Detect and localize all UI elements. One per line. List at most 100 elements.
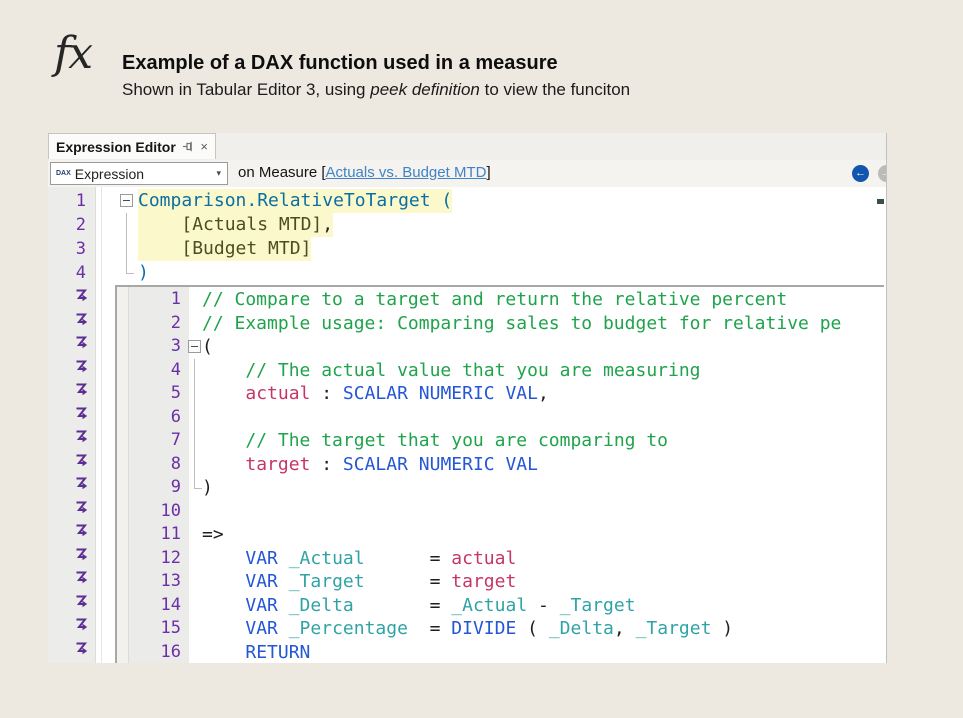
code-text: target : SCALAR NUMERIC VAL: [202, 453, 538, 477]
fold-scope-line: [194, 429, 195, 453]
dax-code-editor[interactable]: 1 Comparison.RelativeToTarget ( 2 [Actuals…: [48, 187, 886, 663]
context-post: ]: [486, 164, 490, 181]
fold-toggle-icon[interactable]: [120, 194, 133, 207]
code-text: [Budget MTD]: [138, 237, 311, 261]
tab-expression-editor[interactable]: Expression Editor ×: [48, 133, 216, 159]
line-number: 1: [129, 288, 181, 312]
fold-scope-line: [194, 406, 195, 430]
peek-code-line: 13 VAR _Target = target: [117, 570, 884, 594]
pin-icon[interactable]: [182, 140, 195, 153]
code-text: actual : SCALAR NUMERIC VAL,: [202, 382, 549, 406]
line-wrap-icon: [74, 476, 90, 491]
navigate-back-button[interactable]: ←: [852, 165, 869, 182]
line-number: 13: [129, 570, 181, 594]
line-number: 15: [129, 617, 181, 641]
page-subtitle: Shown in Tabular Editor 3, using peek de…: [122, 80, 630, 100]
line-number: 8: [129, 453, 181, 477]
line-wrap-icon: [74, 594, 90, 609]
line-wrap-icon: [74, 523, 90, 538]
line-number: 2: [48, 213, 86, 237]
fold-scope-line: [126, 213, 127, 237]
peek-code-line: 8 target : SCALAR NUMERIC VAL: [117, 453, 884, 477]
measure-link[interactable]: Actuals vs. Budget MTD: [326, 164, 487, 181]
code-text: VAR _Target = target: [202, 570, 516, 594]
line-number: 4: [48, 261, 86, 285]
code-text: [Actuals MTD],: [138, 213, 333, 237]
line-number: 14: [129, 594, 181, 618]
line-wrap-icon: [74, 335, 90, 350]
expression-type-dropdown[interactable]: DAX Expression ▾: [50, 162, 228, 185]
editor-toolbar: DAX Expression ▾ on Measure [Actuals vs.…: [48, 160, 886, 188]
subtitle-italic: peek definition: [370, 80, 480, 99]
peek-code-line: 15 VAR _Percentage = DIVIDE ( _Delta, _T…: [117, 617, 884, 641]
page-title: Example of a DAX function used in a meas…: [122, 52, 558, 75]
tab-label: Expression Editor: [56, 139, 176, 155]
page: { "header": { "fx_glyph": "fx", "title":…: [0, 0, 963, 718]
line-number: 4: [129, 359, 181, 383]
line-wrap-icon: [74, 500, 90, 515]
peek-code-line: 1 // Compare to a target and return the r…: [117, 288, 884, 312]
fold-scope-line: [194, 359, 195, 383]
peek-code-line: 11=>: [117, 523, 884, 547]
chevron-down-icon: ▾: [216, 168, 227, 179]
peek-code-line: 14 VAR _Delta = _Actual - _Target: [117, 594, 884, 618]
scroll-annotation-marker: [877, 199, 884, 204]
peek-code-line: 9): [117, 476, 884, 500]
code-text: VAR _Delta = _Actual - _Target: [202, 594, 636, 618]
code-line: 1 Comparison.RelativeToTarget (: [48, 189, 886, 213]
code-text: RETURN: [202, 641, 310, 664]
line-wrap-icon: [74, 312, 90, 327]
code-text: VAR _Percentage = DIVIDE ( _Delta, _Targ…: [202, 617, 733, 641]
fold-scope-line: [126, 261, 134, 274]
peek-code-line: 16 RETURN: [117, 641, 884, 664]
line-number: 10: [129, 500, 181, 524]
expression-editor-panel: Expression Editor × DAX Expression ▾ on …: [48, 133, 887, 663]
context-pre: on Measure [: [238, 164, 326, 181]
line-number: 3: [48, 237, 86, 261]
code-text: VAR _Actual = actual: [202, 547, 516, 571]
line-number: 7: [129, 429, 181, 453]
code-text: // Compare to a target and return the re…: [202, 288, 787, 312]
peek-code-line: 10: [117, 500, 884, 524]
fx-function-icon: fx: [54, 32, 91, 76]
subtitle-pre: Shown in Tabular Editor 3, using: [122, 80, 370, 99]
fold-scope-line: [126, 237, 127, 261]
subtitle-post: to view the funciton: [480, 80, 630, 99]
line-wrap-icon: [74, 570, 90, 585]
measure-context: on Measure [Actuals vs. Budget MTD]: [238, 164, 491, 181]
dax-badge-icon: DAX: [56, 170, 71, 177]
code-text: ): [138, 261, 149, 285]
fold-scope-line: [194, 476, 202, 489]
peek-code-line: 12 VAR _Actual = actual: [117, 547, 884, 571]
code-text: // The actual value that you are measuri…: [202, 359, 701, 383]
code-text: // Example usage: Comparing sales to bud…: [202, 312, 841, 336]
tab-bar: Expression Editor ×: [48, 133, 886, 161]
line-wrap-icon: [74, 288, 90, 303]
close-icon[interactable]: ×: [200, 140, 208, 153]
code-text: =>: [202, 523, 224, 547]
fold-toggle-icon[interactable]: [188, 340, 201, 353]
line-number: 2: [129, 312, 181, 336]
navigate-forward-button[interactable]: →: [878, 165, 887, 182]
code-text: // The target that you are comparing to: [202, 429, 668, 453]
line-wrap-icon: [74, 406, 90, 421]
code-text: Comparison.RelativeToTarget (: [138, 189, 452, 213]
peek-code-line: 7 // The target that you are comparing t…: [117, 429, 884, 453]
line-number: 3: [129, 335, 181, 359]
line-number: 1: [48, 189, 86, 213]
peek-definition-window[interactable]: 1 // Compare to a target and return the r…: [115, 285, 884, 663]
line-wrap-icon: [74, 547, 90, 562]
line-wrap-icon: [74, 453, 90, 468]
line-wrap-icon: [74, 617, 90, 632]
code-line: 4): [48, 261, 886, 285]
dropdown-selected-value: Expression: [75, 166, 144, 182]
line-number: 12: [129, 547, 181, 571]
line-wrap-icon: [74, 429, 90, 444]
peek-code-line: 2 // Example usage: Comparing sales to bu…: [117, 312, 884, 336]
line-number: 6: [129, 406, 181, 430]
fold-scope-line: [194, 453, 195, 477]
fold-scope-line: [194, 382, 195, 406]
peek-code-line: 5 actual : SCALAR NUMERIC VAL,: [117, 382, 884, 406]
peek-code-line: 6: [117, 406, 884, 430]
code-text: (: [202, 335, 213, 359]
